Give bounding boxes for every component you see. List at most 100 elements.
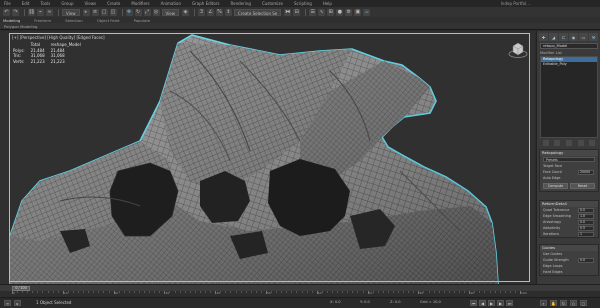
rotate-icon[interactable]: ↻ [134,8,142,16]
configure-sets-icon[interactable] [589,140,596,146]
auto-edge-checkbox[interactable]: Auto Edge [540,175,598,181]
layer-icon[interactable]: ☰ [309,8,317,16]
motion-tab-icon[interactable]: ◉ [569,33,578,41]
go-start-icon[interactable]: ⏮ [470,300,477,306]
guide-label[interactable]: Edge Loops [543,264,563,268]
ribbon-tab-modeling[interactable]: Modeling [3,18,20,23]
render-setup-icon[interactable]: ⚙ [345,8,353,16]
ribbon-tab-selection[interactable]: Selection [65,18,83,23]
rollout-title[interactable]: Retopology [540,150,598,156]
modifier-stack[interactable]: Retopology Editable_Poly [540,56,598,138]
ribbon-tab-populate[interactable]: Populate [134,18,151,23]
reset-button[interactable]: Reset [570,183,595,189]
scale-icon[interactable]: ⤢ [143,8,151,16]
ribbon-tab-freeform[interactable]: Freeform [34,18,51,23]
rect-selection-icon[interactable]: □ [100,8,108,16]
display-tab-icon[interactable]: ▭ [579,33,588,41]
material-editor-icon[interactable]: ● [336,8,344,16]
remove-modifier-icon[interactable] [577,140,584,146]
render-frame-icon[interactable]: ▣ [354,8,362,16]
track-bar-minor-tick [321,291,323,293]
utilities-tab-icon[interactable]: ⚒ [589,33,598,41]
maximize-viewport-icon[interactable]: ▢ [580,300,587,306]
prev-frame-icon[interactable]: ◀ [479,300,486,306]
window-crossing-icon[interactable]: ◫ [109,8,117,16]
setting-spinner[interactable]: 0.0 [578,208,594,213]
move-icon[interactable]: ✥ [125,8,133,16]
reference-coord-dropdown[interactable]: View [161,8,179,16]
play-icon[interactable]: ▶ [488,300,495,306]
show-end-result-icon[interactable] [554,140,561,146]
angle-snap-icon[interactable]: ∠ [207,8,214,16]
y-coordinate[interactable]: Y: 0.0 [360,300,370,304]
curve-editor-icon[interactable]: ∿ [318,8,326,16]
schematic-icon[interactable]: ⊞ [327,8,335,16]
menu-item-edit[interactable]: Edit [22,0,30,7]
guide-spinner[interactable]: 0.0 [578,258,594,263]
menu-item-modifiers[interactable]: Modifiers [131,0,149,7]
compute-button[interactable]: Compute [543,183,568,189]
menu-item-graph-editors[interactable]: Graph Editors [192,0,219,7]
align-icon[interactable]: ⊟ [293,8,301,16]
zoom-icon[interactable]: ⌕ [540,300,547,306]
setting-spinner[interactable]: 1 [578,232,594,237]
mirror-icon[interactable]: ⧓ [284,8,292,16]
modifier-list-dropdown[interactable]: Modifier List [540,51,562,55]
selection-filter-dropdown[interactable]: View [62,8,80,16]
bind-spacewarp-icon[interactable]: ≈ [46,8,53,16]
menu-item-scripting[interactable]: Scripting [294,0,312,7]
guide-label[interactable]: Hard Edges [543,270,563,274]
place-icon[interactable]: ◎ [152,8,160,16]
maxscript-listener-icon[interactable]: ≡ [4,300,11,306]
viewcube-icon[interactable] [508,39,528,59]
spinner-snap-icon[interactable]: ⇕ [225,8,232,16]
menu-item-create[interactable]: Create [107,0,120,7]
guide-label[interactable]: Use Guides [543,252,562,256]
redo-icon[interactable]: ↷ [12,8,19,16]
menu-item-file[interactable]: File [4,0,11,7]
main-toolbar: ↶ ↷ ⛓ ⌁ ≈ View ▸ ≡ □ ◫ ✥ ↻ ⤢ ◎ View ◈ 3 … [0,7,600,17]
face-count-field[interactable]: 20000 [578,170,594,175]
script-mini-icon[interactable]: ▸ [14,300,21,306]
menu-item-views[interactable]: Views [85,0,97,7]
undo-icon[interactable]: ↶ [3,8,10,16]
percent-snap-icon[interactable]: % [216,8,223,16]
modifier-stack-item[interactable]: Editable_Poly [541,62,597,67]
make-unique-icon[interactable] [565,140,572,146]
pan-icon[interactable]: ✋ [550,300,557,306]
z-coordinate[interactable]: Z: 0.0 [390,300,401,304]
setting-spinner[interactable]: 1.0 [578,214,594,219]
menu-item-tools[interactable]: Tools [40,0,50,7]
go-end-icon[interactable]: ⏭ [506,300,513,306]
next-frame-icon[interactable]: ▶ [497,300,504,306]
menu-item-rendering[interactable]: Rendering [231,0,251,7]
menu-item-group[interactable]: Group [61,0,73,7]
select-by-name-icon[interactable]: ≡ [91,8,99,16]
select-object-icon[interactable]: ▸ [82,8,90,16]
preset-dropdown[interactable]: Presets [543,157,595,162]
render-icon[interactable]: ☕ [363,8,371,16]
link-icon[interactable]: ⛓ [28,8,35,16]
fov-icon[interactable]: ◇ [570,300,577,306]
viewport-label[interactable]: [+] [Perspective] [High Quality] [Edged … [12,35,105,40]
x-coordinate[interactable]: X: 0.0 [330,300,341,304]
menu-item-customize[interactable]: Customize [262,0,283,7]
named-selection-dropdown[interactable]: Create Selection Se [234,8,282,16]
time-slider[interactable]: 0 / 100 [0,284,600,291]
perspective-viewport[interactable]: [+] [Perspective] [High Quality] [Edged … [0,31,535,284]
ribbon-tab-object-paint[interactable]: Object Paint [97,18,120,23]
hierarchy-tab-icon[interactable]: ⊏ [559,33,568,41]
setting-spinner[interactable]: 0.0 [578,220,594,225]
menu-item-animation[interactable]: Animation [161,0,181,7]
snap-icon[interactable]: 3 [198,8,205,16]
pin-stack-icon[interactable] [542,140,549,146]
orbit-icon[interactable]: ↻ [560,300,567,306]
ribbon-sub-label[interactable]: Polygon Modeling [4,24,37,29]
create-tab-icon[interactable]: ✚ [539,33,548,41]
pivot-icon[interactable]: ◈ [182,8,189,16]
modify-tab-icon[interactable]: ◢ [549,33,558,41]
setting-spinner[interactable]: 0.5 [578,226,594,231]
object-name-field[interactable]: retopo_Model [540,43,598,49]
unlink-icon[interactable]: ⌁ [37,8,44,16]
menu-item-help[interactable]: Help [323,0,332,7]
